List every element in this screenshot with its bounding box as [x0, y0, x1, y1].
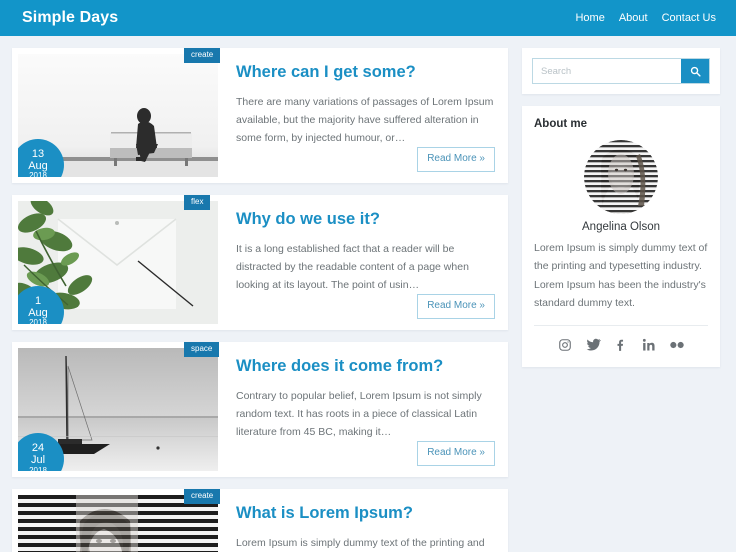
flickr-icon[interactable]	[669, 337, 685, 353]
search-icon	[690, 66, 701, 77]
post-thumbnail[interactable]: 1 Aug 2018	[18, 201, 218, 325]
post-card[interactable]: space 24 Jul 2018 Where does it come fro…	[12, 342, 508, 478]
post-date-year: 2018	[29, 318, 47, 325]
about-me-heading: About me	[534, 118, 588, 130]
post-date-year: 2018	[29, 465, 47, 472]
linkedin-icon[interactable]	[641, 337, 657, 353]
post-body: Where does it come from? Contrary to pop…	[218, 348, 502, 471]
nav-link-home[interactable]: Home	[575, 12, 604, 24]
post-title[interactable]: Why do we use it?	[236, 210, 497, 229]
search-widget	[522, 48, 720, 94]
post-title[interactable]: Where does it come from?	[236, 357, 497, 376]
read-more-button[interactable]: Read More »	[417, 147, 495, 173]
site-header: Simple Days Home About Contact Us	[0, 0, 736, 36]
post-excerpt: There are many variations of passages of…	[236, 95, 494, 145]
about-me-widget: About me Angelina Olson Lorem Ipsum is s…	[522, 106, 720, 367]
post-title[interactable]: What is Lorem Ipsum?	[236, 504, 497, 523]
post-body: Why do we use it? It is a long establish…	[218, 201, 502, 324]
sidebar: About me	[522, 48, 720, 552]
post-list: create 13 Aug 2018 Where can I get some?…	[12, 48, 508, 552]
search-button[interactable]	[681, 59, 709, 83]
post-title[interactable]: Where can I get some?	[236, 63, 497, 82]
read-more-row: Read More »	[236, 441, 497, 467]
post-card[interactable]: create	[12, 489, 508, 552]
post-date-month: Jul	[30, 454, 46, 467]
nav-link-about[interactable]: About	[619, 12, 648, 24]
avatar	[584, 140, 658, 214]
read-more-button[interactable]: Read More »	[417, 441, 495, 467]
social-links	[534, 326, 708, 353]
post-date-year: 2018	[29, 171, 47, 177]
page-container: create 13 Aug 2018 Where can I get some?…	[0, 36, 736, 552]
post-card[interactable]: flex 1 Aug 2018 Why do we use it? It is …	[12, 195, 508, 331]
post-thumbnail[interactable]: 13 Aug 2018	[18, 54, 218, 177]
twitter-icon[interactable]	[585, 337, 601, 353]
post-thumbnail[interactable]: 24 Jul 2018	[18, 348, 218, 472]
post-tag-badge[interactable]: create	[184, 489, 221, 505]
post-card[interactable]: create	[12, 48, 508, 184]
post-excerpt: It is a long established fact that a rea…	[236, 243, 469, 292]
post-body: Where can I get some? There are many var…	[218, 54, 502, 177]
search-row	[532, 58, 710, 84]
main-nav: Home About Contact Us	[575, 12, 716, 24]
post-excerpt: Contrary to popular belief, Lorem Ipsum …	[236, 390, 482, 439]
about-me-text: Lorem Ipsum is simply dummy text of the …	[534, 242, 708, 310]
nav-link-contact-us[interactable]: Contact Us	[662, 12, 716, 24]
read-more-row: Read More »	[236, 147, 497, 173]
site-brand[interactable]: Simple Days	[22, 10, 118, 26]
avatar-image	[584, 140, 658, 214]
post-excerpt: Lorem Ipsum is simply dummy text of the …	[236, 537, 485, 550]
instagram-icon[interactable]	[557, 337, 573, 353]
post-tag-badge[interactable]: create	[184, 48, 221, 63]
facebook-icon[interactable]	[613, 337, 629, 353]
read-more-row: Read More »	[236, 294, 497, 320]
read-more-button[interactable]: Read More »	[417, 294, 495, 320]
post-tag-badge[interactable]: space	[184, 342, 220, 358]
post-tag-badge[interactable]: flex	[184, 195, 211, 211]
post-body: What is Lorem Ipsum? Lorem Ipsum is simp…	[218, 495, 502, 552]
about-me-name: Angelina Olson	[582, 221, 660, 233]
search-input[interactable]	[533, 59, 681, 83]
